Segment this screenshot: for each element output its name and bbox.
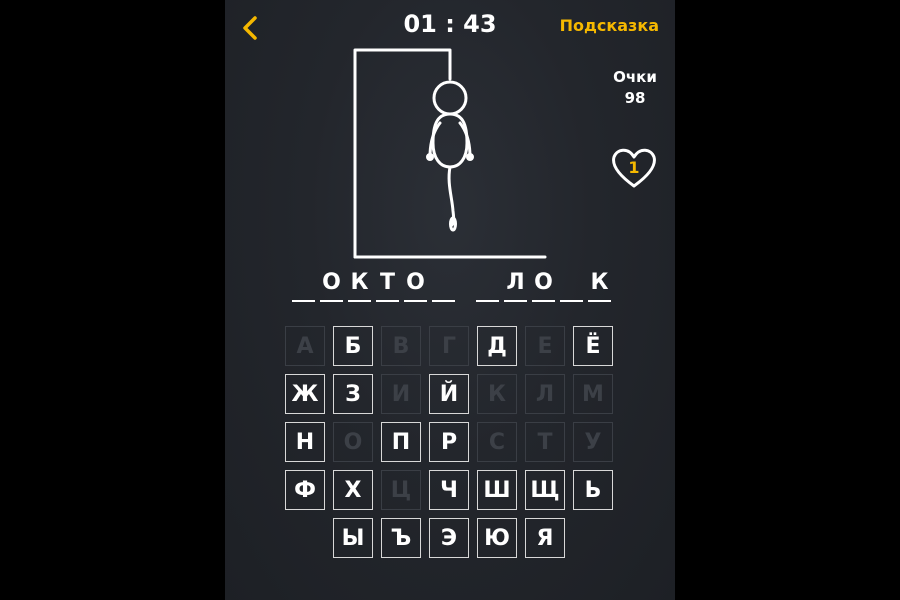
letter-key[interactable]: Ф	[285, 470, 325, 510]
letter-slot	[476, 268, 499, 302]
keyboard-row: Н О П Р С Т У	[285, 422, 621, 464]
letter-slot: Т	[376, 268, 399, 302]
letter-key[interactable]: Ч	[429, 470, 469, 510]
word-first: О К Т О	[292, 268, 460, 302]
lives-indicator: 1	[610, 146, 658, 194]
keyboard-row: А Б В Г Д Е Ё	[285, 326, 621, 368]
hangman-drawing	[353, 48, 547, 259]
letter-key[interactable]: Й	[429, 374, 469, 414]
letter-key[interactable]: Ю	[477, 518, 517, 558]
letter-key[interactable]: Х	[333, 470, 373, 510]
letter-slot: О	[320, 268, 343, 302]
letter-key[interactable]: Ъ	[381, 518, 421, 558]
letter-key[interactable]: Э	[429, 518, 469, 558]
letter-key[interactable]: Е	[525, 326, 565, 366]
letter-key[interactable]: Г	[429, 326, 469, 366]
letter-slot	[560, 268, 583, 302]
keyboard-row: Ф Х Ц Ч Ш Щ Ь	[285, 470, 621, 512]
letter-key[interactable]: О	[333, 422, 373, 462]
lives-count: 1	[628, 158, 640, 177]
hint-button[interactable]: Подсказка	[560, 16, 659, 35]
letter-key[interactable]: В	[381, 326, 421, 366]
letter-slot: К	[588, 268, 611, 302]
letter-key[interactable]: Ш	[477, 470, 517, 510]
letter-key[interactable]: Л	[525, 374, 565, 414]
letter-slot	[292, 268, 315, 302]
letter-key[interactable]: Ж	[285, 374, 325, 414]
game-screen: 01 : 43 Подсказка Очки 98 1 О К Т О Л О …	[225, 0, 675, 600]
letter-key[interactable]: З	[333, 374, 373, 414]
letter-slot: Л	[504, 268, 527, 302]
letter-key[interactable]: Ё	[573, 326, 613, 366]
letter-key[interactable]: Щ	[525, 470, 565, 510]
letter-key[interactable]: Ь	[573, 470, 613, 510]
score-value: 98	[624, 89, 646, 107]
letter-key[interactable]: Б	[333, 326, 373, 366]
letter-key[interactable]: Д	[477, 326, 517, 366]
letter-key[interactable]: И	[381, 374, 421, 414]
letter-key[interactable]: Т	[525, 422, 565, 462]
letter-key[interactable]: Н	[285, 422, 325, 462]
letter-slot: К	[348, 268, 371, 302]
letter-key[interactable]: Ц	[381, 470, 421, 510]
letter-slot: О	[404, 268, 427, 302]
word-second: Л О К	[476, 268, 616, 302]
letter-key[interactable]: М	[573, 374, 613, 414]
letter-key[interactable]: П	[381, 422, 421, 462]
letter-key[interactable]: У	[573, 422, 613, 462]
keyboard-row: Ы Ъ Э Ю Я	[333, 518, 573, 560]
letter-key[interactable]: Я	[525, 518, 565, 558]
letter-key[interactable]: К	[477, 374, 517, 414]
score-label: Очки	[613, 68, 657, 86]
letter-key[interactable]: А	[285, 326, 325, 366]
letter-slot	[432, 268, 455, 302]
keyboard-row: Ж З И Й К Л М	[285, 374, 621, 416]
letter-key[interactable]: С	[477, 422, 517, 462]
letter-key[interactable]: Р	[429, 422, 469, 462]
letter-slot: О	[532, 268, 555, 302]
letter-key[interactable]: Ы	[333, 518, 373, 558]
